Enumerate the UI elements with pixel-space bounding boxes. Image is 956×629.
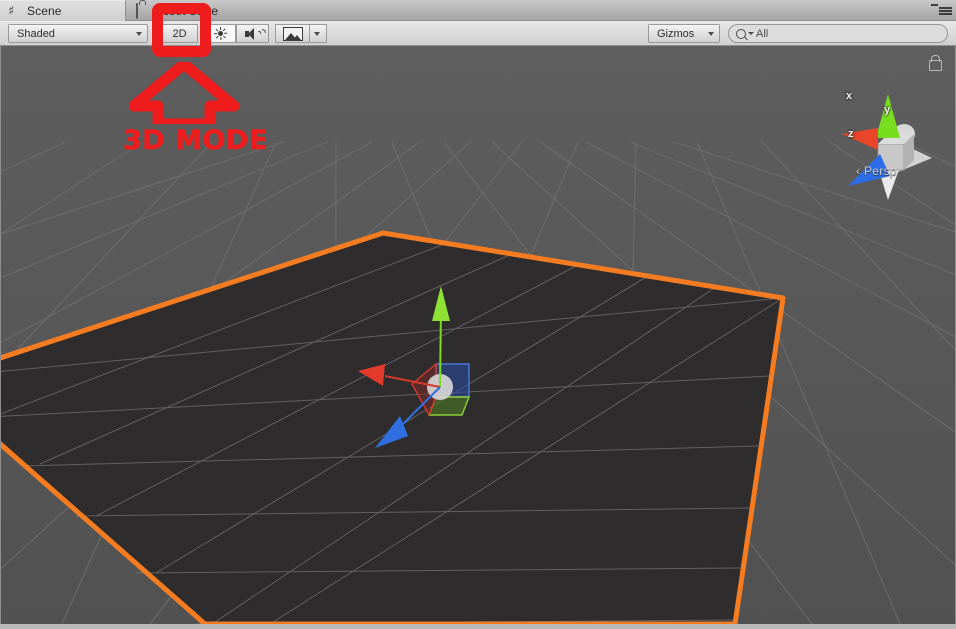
arrow-up-icon <box>130 62 240 124</box>
chevron-down-icon <box>136 32 142 36</box>
gizmo-axis-label-z[interactable]: z <box>848 128 854 140</box>
speaker-icon <box>244 26 268 43</box>
gizmos-dropdown[interactable]: Gizmos <box>648 24 720 43</box>
annotation-highlight-box <box>152 3 211 57</box>
gizmo-axis-label-x[interactable]: x <box>846 90 852 102</box>
search-placeholder: All <box>756 27 769 40</box>
sun-icon <box>213 27 227 40</box>
chevron-down-icon <box>748 32 754 35</box>
effects-dropdown-button[interactable] <box>309 24 327 43</box>
chevron-down-icon <box>708 32 714 36</box>
shopping-bag-icon <box>136 2 150 19</box>
toggle-effects-button[interactable] <box>275 24 309 43</box>
grid-hash-icon: ♯ <box>8 4 15 19</box>
chevron-down-icon <box>314 32 320 36</box>
draw-mode-label: Shaded <box>17 27 55 40</box>
tab-bar: ♯ Scene Asset Store <box>0 0 956 21</box>
viewport-bottom-frame <box>0 624 956 629</box>
gizmo-axis-label-y[interactable]: y <box>884 104 890 116</box>
unity-scene-window: ♯ Scene Asset Store Shaded 2D Gizmos All… <box>0 0 956 629</box>
toggle-audio-button[interactable] <box>236 24 269 43</box>
draw-mode-dropdown[interactable]: Shaded <box>8 24 148 43</box>
tab-scene-label: Scene <box>27 4 62 18</box>
search-input[interactable]: All <box>728 24 948 43</box>
panel-menu-icon[interactable] <box>931 4 952 17</box>
projection-mode-label[interactable]: ‹ Persp <box>856 164 897 178</box>
gizmos-label: Gizmos <box>657 27 695 40</box>
viewport-left-edge <box>0 46 1 624</box>
search-icon <box>736 28 746 39</box>
scene-toolbar: Shaded 2D Gizmos All <box>0 21 956 46</box>
annotation-text: 3D MODE <box>123 125 268 157</box>
tab-scene[interactable]: ♯ Scene <box>0 0 126 21</box>
lock-open-icon[interactable] <box>929 55 942 71</box>
image-icon <box>282 26 303 41</box>
